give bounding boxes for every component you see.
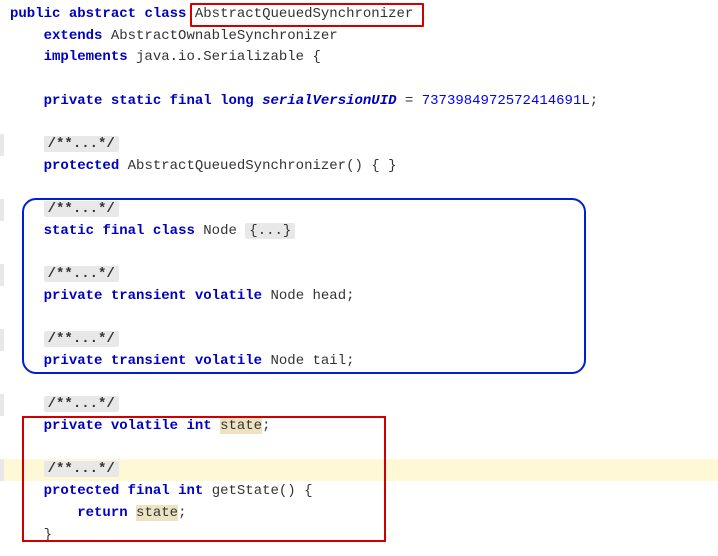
serial-uid-field: serialVersionUID	[262, 93, 396, 109]
semi: ;	[178, 505, 186, 521]
semi: ;	[590, 93, 598, 109]
kw-implements: implements	[44, 49, 128, 65]
javadoc-fold-line: /**...*/	[0, 459, 718, 481]
state-field-line: private volatile int state;	[0, 416, 718, 438]
state-ref: state	[136, 505, 178, 521]
implements-line: implements java.io.Serializable {	[0, 47, 718, 69]
kw-transient: transient	[111, 288, 187, 304]
head-field-line: private transient volatile Node head;	[0, 286, 718, 308]
kw-private: private	[44, 288, 103, 304]
kw-int: int	[186, 418, 211, 434]
blank-line	[0, 178, 718, 200]
paren-brace: () {	[279, 483, 313, 499]
node-name: Node	[203, 223, 237, 239]
kw-static: static	[111, 93, 161, 109]
javadoc-fold-line: /**...*/	[0, 134, 718, 156]
extends-type: AbstractOwnableSynchronizer	[111, 28, 338, 44]
return-line: return state;	[0, 503, 718, 525]
brace-open: {	[312, 49, 320, 65]
kw-abstract: abstract	[69, 6, 136, 22]
node-type: Node	[270, 353, 304, 369]
state-field: state	[220, 418, 262, 434]
kw-private: private	[44, 418, 103, 434]
blank-line	[0, 243, 718, 265]
kw-volatile: volatile	[195, 288, 262, 304]
ctor-sig: () { }	[346, 158, 396, 174]
blank-line	[0, 373, 718, 395]
serial-uid-value: 7373984972572414691L	[422, 93, 590, 109]
close-brace: }	[44, 527, 52, 543]
kw-volatile: volatile	[111, 418, 178, 434]
javadoc-fold-line: /**...*/	[0, 264, 718, 286]
blank-line	[0, 69, 718, 91]
kw-int: int	[178, 483, 203, 499]
kw-class: class	[144, 6, 186, 22]
javadoc-fold-line: /**...*/	[0, 329, 718, 351]
equals: =	[397, 93, 422, 109]
serial-uid-line: private static final long serialVersionU…	[0, 91, 718, 113]
kw-final: final	[170, 93, 212, 109]
getstate-name: getState	[212, 483, 279, 499]
javadoc-fold-line: /**...*/	[0, 199, 718, 221]
node-type: Node	[270, 288, 304, 304]
kw-protected: protected	[44, 158, 120, 174]
javadoc-fold[interactable]: /**...*/	[44, 136, 119, 152]
javadoc-fold-line: /**...*/	[0, 394, 718, 416]
head-field: head	[313, 288, 347, 304]
constructor-line: protected AbstractQueuedSynchronizer() {…	[0, 156, 718, 178]
javadoc-fold[interactable]: /**...*/	[44, 461, 119, 477]
kw-final: final	[102, 223, 144, 239]
kw-extends: extends	[44, 28, 103, 44]
tail-field-line: private transient volatile Node tail;	[0, 351, 718, 373]
node-body-fold[interactable]: {...}	[245, 223, 295, 239]
kw-class: class	[153, 223, 195, 239]
kw-return: return	[77, 505, 127, 521]
kw-long: long	[220, 93, 254, 109]
blank-line	[0, 308, 718, 330]
kw-private: private	[44, 93, 103, 109]
kw-protected: protected	[44, 483, 120, 499]
implements-type: java.io.Serializable	[136, 49, 304, 65]
blank-line	[0, 438, 718, 460]
tail-field: tail	[313, 353, 347, 369]
semi: ;	[346, 288, 354, 304]
ctor-name: AbstractQueuedSynchronizer	[128, 158, 346, 174]
node-class-line: static final class Node {...}	[0, 221, 718, 243]
code-editor: public abstract class AbstractQueuedSync…	[0, 0, 718, 556]
blank-line	[0, 112, 718, 134]
semi: ;	[262, 418, 270, 434]
kw-volatile: volatile	[195, 353, 262, 369]
javadoc-fold[interactable]: /**...*/	[44, 331, 119, 347]
kw-public: public	[10, 6, 60, 22]
semi: ;	[346, 353, 354, 369]
extends-line: extends AbstractOwnableSynchronizer	[0, 26, 718, 48]
javadoc-fold[interactable]: /**...*/	[44, 396, 119, 412]
getstate-decl-line: protected final int getState() {	[0, 481, 718, 503]
kw-final: final	[128, 483, 170, 499]
class-declaration-line: public abstract class AbstractQueuedSync…	[0, 4, 718, 26]
kw-static: static	[44, 223, 94, 239]
kw-transient: transient	[111, 353, 187, 369]
kw-private: private	[44, 353, 103, 369]
javadoc-fold[interactable]: /**...*/	[44, 266, 119, 282]
class-name: AbstractQueuedSynchronizer	[195, 6, 413, 22]
close-brace-line: }	[0, 525, 718, 547]
javadoc-fold[interactable]: /**...*/	[44, 201, 119, 217]
